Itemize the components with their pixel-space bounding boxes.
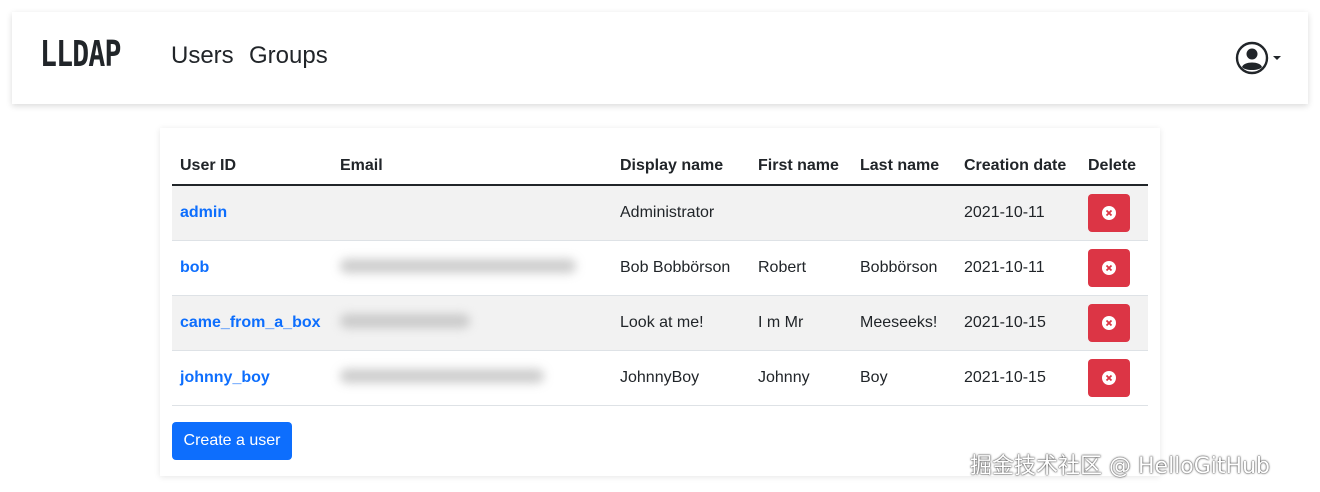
- users-card: User ID Email Display name First name La…: [160, 128, 1160, 476]
- users-table: User ID Email Display name First name La…: [172, 148, 1148, 406]
- delete-user-button[interactable]: [1088, 249, 1130, 287]
- user-id-link[interactable]: bob: [180, 259, 209, 276]
- table-row: bob Bob Bobbörson Robert Bobbörson 2021-…: [172, 240, 1148, 296]
- creation-date-cell: 2021-10-15: [956, 295, 1080, 351]
- nav-link-users[interactable]: Users: [171, 42, 234, 70]
- header-display-name: Display name: [612, 148, 750, 186]
- email-cell: [332, 240, 612, 296]
- last-name-cell: Bobbörson: [852, 240, 956, 296]
- top-navbar: LLDAP Users Groups: [12, 12, 1308, 104]
- redacted-email: [340, 368, 544, 383]
- brand-logo[interactable]: LLDAP: [40, 34, 121, 75]
- display-name-cell: Bob Bobbörson: [612, 240, 750, 296]
- creation-date-cell: 2021-10-15: [956, 350, 1080, 406]
- redacted-email: [340, 313, 470, 328]
- x-circle-icon: [1102, 316, 1116, 330]
- header-user-id: User ID: [172, 148, 332, 186]
- first-name-cell: Johnny: [750, 350, 852, 406]
- table-row: came_from_a_box Look at me! I m Mr Meese…: [172, 295, 1148, 351]
- table-row: admin Administrator 2021-10-11: [172, 185, 1148, 241]
- x-circle-icon: [1102, 371, 1116, 385]
- user-circle-icon: [1235, 41, 1269, 75]
- header-email: Email: [332, 148, 612, 186]
- display-name-cell: Look at me!: [612, 295, 750, 351]
- nav-link-groups[interactable]: Groups: [249, 42, 328, 70]
- user-menu-dropdown[interactable]: [1234, 40, 1284, 76]
- creation-date-cell: 2021-10-11: [956, 240, 1080, 296]
- user-id-link[interactable]: johnny_boy: [180, 369, 270, 386]
- first-name-cell: I m Mr: [750, 295, 852, 351]
- first-name-cell: Robert: [750, 240, 852, 296]
- x-circle-icon: [1102, 261, 1116, 275]
- display-name-cell: Administrator: [612, 185, 750, 241]
- table-row: johnny_boy JohnnyBoy Johnny Boy 2021-10-…: [172, 350, 1148, 406]
- last-name-cell: Meeseeks!: [852, 295, 956, 351]
- delete-user-button[interactable]: [1088, 194, 1130, 232]
- table-header-row: User ID Email Display name First name La…: [172, 148, 1148, 186]
- email-cell: [332, 350, 612, 406]
- x-circle-icon: [1102, 206, 1116, 220]
- header-delete: Delete: [1080, 148, 1148, 186]
- last-name-cell: Boy: [852, 350, 956, 406]
- email-cell: [332, 295, 612, 351]
- last-name-cell: [852, 185, 956, 241]
- delete-user-button[interactable]: [1088, 304, 1130, 342]
- creation-date-cell: 2021-10-11: [956, 185, 1080, 241]
- header-creation-date: Creation date: [956, 148, 1080, 186]
- watermark: 掘金技术社区 @ HelloGitHub: [970, 454, 1270, 479]
- header-last-name: Last name: [852, 148, 956, 186]
- display-name-cell: JohnnyBoy: [612, 350, 750, 406]
- first-name-cell: [750, 185, 852, 241]
- email-cell: [332, 185, 612, 241]
- delete-user-button[interactable]: [1088, 359, 1130, 397]
- user-id-link[interactable]: admin: [180, 204, 227, 221]
- header-first-name: First name: [750, 148, 852, 186]
- create-user-button[interactable]: Create a user: [172, 422, 292, 460]
- caret-down-icon: [1273, 56, 1281, 60]
- user-id-link[interactable]: came_from_a_box: [180, 314, 321, 331]
- redacted-email: [340, 258, 576, 273]
